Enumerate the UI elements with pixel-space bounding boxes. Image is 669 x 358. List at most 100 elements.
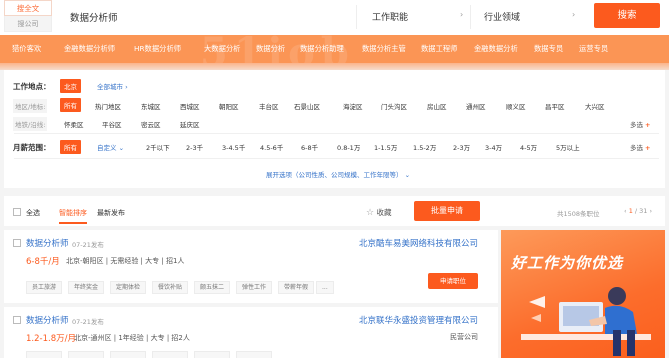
district-option[interactable]: 平谷区 bbox=[102, 119, 122, 129]
benefit-tag-more[interactable]: ... bbox=[316, 281, 334, 294]
sort-smart-tab[interactable]: 智能排序 bbox=[59, 208, 87, 218]
divider bbox=[14, 133, 659, 134]
industry-select[interactable]: 行业领域 › bbox=[484, 10, 580, 23]
district-option[interactable]: 丰台区 bbox=[259, 101, 279, 111]
scope-company-tab[interactable]: 搜公司 bbox=[4, 16, 52, 32]
district-all-chip[interactable]: 所有 bbox=[60, 98, 81, 112]
company-link[interactable]: 北京酷车易美网络科技有限公司 bbox=[359, 237, 478, 249]
job-meta: 北京-通州区 | 1年经验 | 大专 | 招2人 bbox=[74, 334, 190, 342]
district-option[interactable]: 怀柔区 bbox=[64, 119, 84, 129]
district-option[interactable]: 密云区 bbox=[141, 119, 161, 129]
category-link[interactable]: 运营专员 bbox=[579, 44, 608, 54]
district-option[interactable]: 东城区 bbox=[141, 101, 161, 111]
salary-option[interactable]: 2-3千 bbox=[186, 142, 203, 152]
salary-custom-dropdown[interactable]: 自定义 ⌄ bbox=[97, 142, 124, 152]
district-option[interactable]: 西城区 bbox=[180, 101, 200, 111]
job-card[interactable]: 数据分析师 07-21发布 北京酷车易美网络科技有限公司 6-8千/月 北京-朝… bbox=[4, 230, 498, 303]
search-bar: 搜全文 搜公司 数据分析师 工作职能 › 行业领域 › 搜索 bbox=[0, 0, 669, 35]
salary-option[interactable]: 3-4.5千 bbox=[222, 142, 245, 152]
category-link[interactable]: 大数据分析 bbox=[204, 44, 240, 54]
expand-options-link[interactable]: 展开选项（公司性质、公司规模、工作年限等） ⌄ bbox=[266, 169, 410, 179]
district-option[interactable]: 朝阳区 bbox=[219, 101, 239, 111]
promo-banner[interactable]: 好工作为你优选 bbox=[501, 230, 665, 358]
select-all-label[interactable]: 全选 bbox=[26, 208, 40, 218]
search-button[interactable]: 搜索 bbox=[594, 3, 660, 28]
plus-icon: + bbox=[645, 121, 651, 129]
category-link[interactable]: 数据工程师 bbox=[421, 44, 457, 54]
salary-custom-label: 自定义 bbox=[97, 144, 117, 152]
job-title-link[interactable]: 数据分析师 bbox=[26, 237, 69, 249]
district-option[interactable]: 热门地区 bbox=[95, 101, 121, 111]
benefit-tag: 餐饮补贴 bbox=[152, 281, 189, 294]
all-cities-link[interactable]: 全部城市 › bbox=[97, 81, 128, 91]
salary-multi-select[interactable]: 多选 + bbox=[630, 142, 650, 152]
salary-option[interactable]: 2千以下 bbox=[146, 142, 170, 152]
function-select[interactable]: 工作职能 › bbox=[372, 10, 468, 23]
salary-option[interactable]: 5万以上 bbox=[556, 142, 580, 152]
category-link[interactable]: 猎价客欢 bbox=[12, 44, 41, 54]
apply-button[interactable]: 申请职位 bbox=[428, 273, 478, 289]
job-card[interactable]: 数据分析师 07-21发布 北京联华永盛投资管理有限公司 1.2-1.8万/月 … bbox=[4, 307, 498, 358]
metro-label: 地铁/沿线: bbox=[13, 117, 48, 131]
district-label: 地区/地标: bbox=[13, 99, 48, 113]
benefit-tag bbox=[110, 351, 146, 358]
pagination: ‹ 1 / 31 › bbox=[624, 207, 652, 215]
all-cities-label: 全部城市 bbox=[97, 83, 123, 91]
category-link[interactable]: 数据专员 bbox=[534, 44, 563, 54]
category-link[interactable]: 数据分析 bbox=[256, 44, 285, 54]
chevron-right-icon: › bbox=[572, 10, 576, 19]
salary-option[interactable]: 1.5-2万 bbox=[413, 142, 436, 152]
sort-latest-tab[interactable]: 最新发布 bbox=[97, 208, 125, 218]
category-link[interactable]: 金融数据分析师 bbox=[64, 44, 115, 54]
category-link[interactable]: HR数据分析师 bbox=[134, 44, 181, 54]
salary-option[interactable]: 4-5万 bbox=[520, 142, 537, 152]
district-option[interactable]: 顺义区 bbox=[506, 101, 526, 111]
chevron-down-icon: ⌄ bbox=[118, 144, 125, 152]
benefit-tag bbox=[152, 351, 188, 358]
salary-option[interactable]: 2-3万 bbox=[453, 142, 470, 152]
banner-fade bbox=[0, 63, 669, 70]
salary-option[interactable]: 0.8-1万 bbox=[337, 142, 360, 152]
chevron-right-icon: › bbox=[460, 10, 464, 19]
select-all-checkbox[interactable] bbox=[13, 208, 21, 216]
district-option[interactable]: 延庆区 bbox=[180, 119, 200, 129]
salary-option[interactable]: 1-1.5万 bbox=[374, 142, 397, 152]
district-option[interactable]: 房山区 bbox=[427, 101, 447, 111]
industry-select-label: 行业领域 bbox=[484, 13, 521, 23]
prev-page-icon[interactable]: ‹ bbox=[624, 207, 627, 215]
search-input[interactable]: 数据分析师 bbox=[70, 10, 118, 24]
multi-select-label: 多选 bbox=[630, 121, 643, 129]
salary-option[interactable]: 6-8千 bbox=[301, 142, 318, 152]
salary-all-chip[interactable]: 所有 bbox=[60, 140, 81, 154]
location-label: 工作地点： bbox=[13, 82, 51, 91]
location-selected-chip[interactable]: 北京 bbox=[60, 79, 81, 93]
job-title-link[interactable]: 数据分析师 bbox=[26, 314, 69, 326]
district-option[interactable]: 通州区 bbox=[466, 101, 486, 111]
district-option[interactable]: 石景山区 bbox=[294, 101, 320, 111]
job-checkbox[interactable] bbox=[13, 239, 21, 247]
category-link[interactable]: 数据分析助理 bbox=[300, 44, 344, 54]
total-count: 共1508条职位 bbox=[557, 210, 600, 218]
job-meta: 北京-朝阳区 | 无需经验 | 大专 | 招1人 bbox=[66, 257, 185, 265]
scope-fulltext-tab[interactable]: 搜全文 bbox=[4, 0, 52, 16]
category-link[interactable]: 金融数据分析 bbox=[474, 44, 518, 54]
favorite-button[interactable]: ☆ 收藏 bbox=[366, 207, 391, 218]
company-link[interactable]: 北京联华永盛投资管理有限公司 bbox=[359, 314, 478, 326]
next-page-icon[interactable]: › bbox=[650, 207, 653, 215]
filter-panel: 工作地点： 北京 全部城市 › 地区/地标: 所有 热门地区 东城区 西城区 朝… bbox=[4, 70, 665, 188]
benefit-tag bbox=[194, 351, 230, 358]
company-type: 民营公司 bbox=[450, 333, 478, 341]
post-date: 07-21发布 bbox=[72, 241, 104, 249]
district-option[interactable]: 海淀区 bbox=[343, 101, 363, 111]
district-option[interactable]: 门头沟区 bbox=[381, 101, 407, 111]
salary-option[interactable]: 3-4万 bbox=[485, 142, 502, 152]
bulk-apply-button[interactable]: 批量申请 bbox=[414, 201, 480, 221]
job-checkbox[interactable] bbox=[13, 316, 21, 324]
function-select-label: 工作职能 bbox=[372, 13, 409, 23]
benefit-tag: 定期体检 bbox=[110, 281, 147, 294]
district-multi-select[interactable]: 多选 + bbox=[630, 119, 650, 129]
category-link[interactable]: 数据分析主管 bbox=[362, 44, 406, 54]
salary-option[interactable]: 4.5-6千 bbox=[260, 142, 283, 152]
district-option[interactable]: 大兴区 bbox=[585, 101, 605, 111]
district-option[interactable]: 昌平区 bbox=[545, 101, 565, 111]
